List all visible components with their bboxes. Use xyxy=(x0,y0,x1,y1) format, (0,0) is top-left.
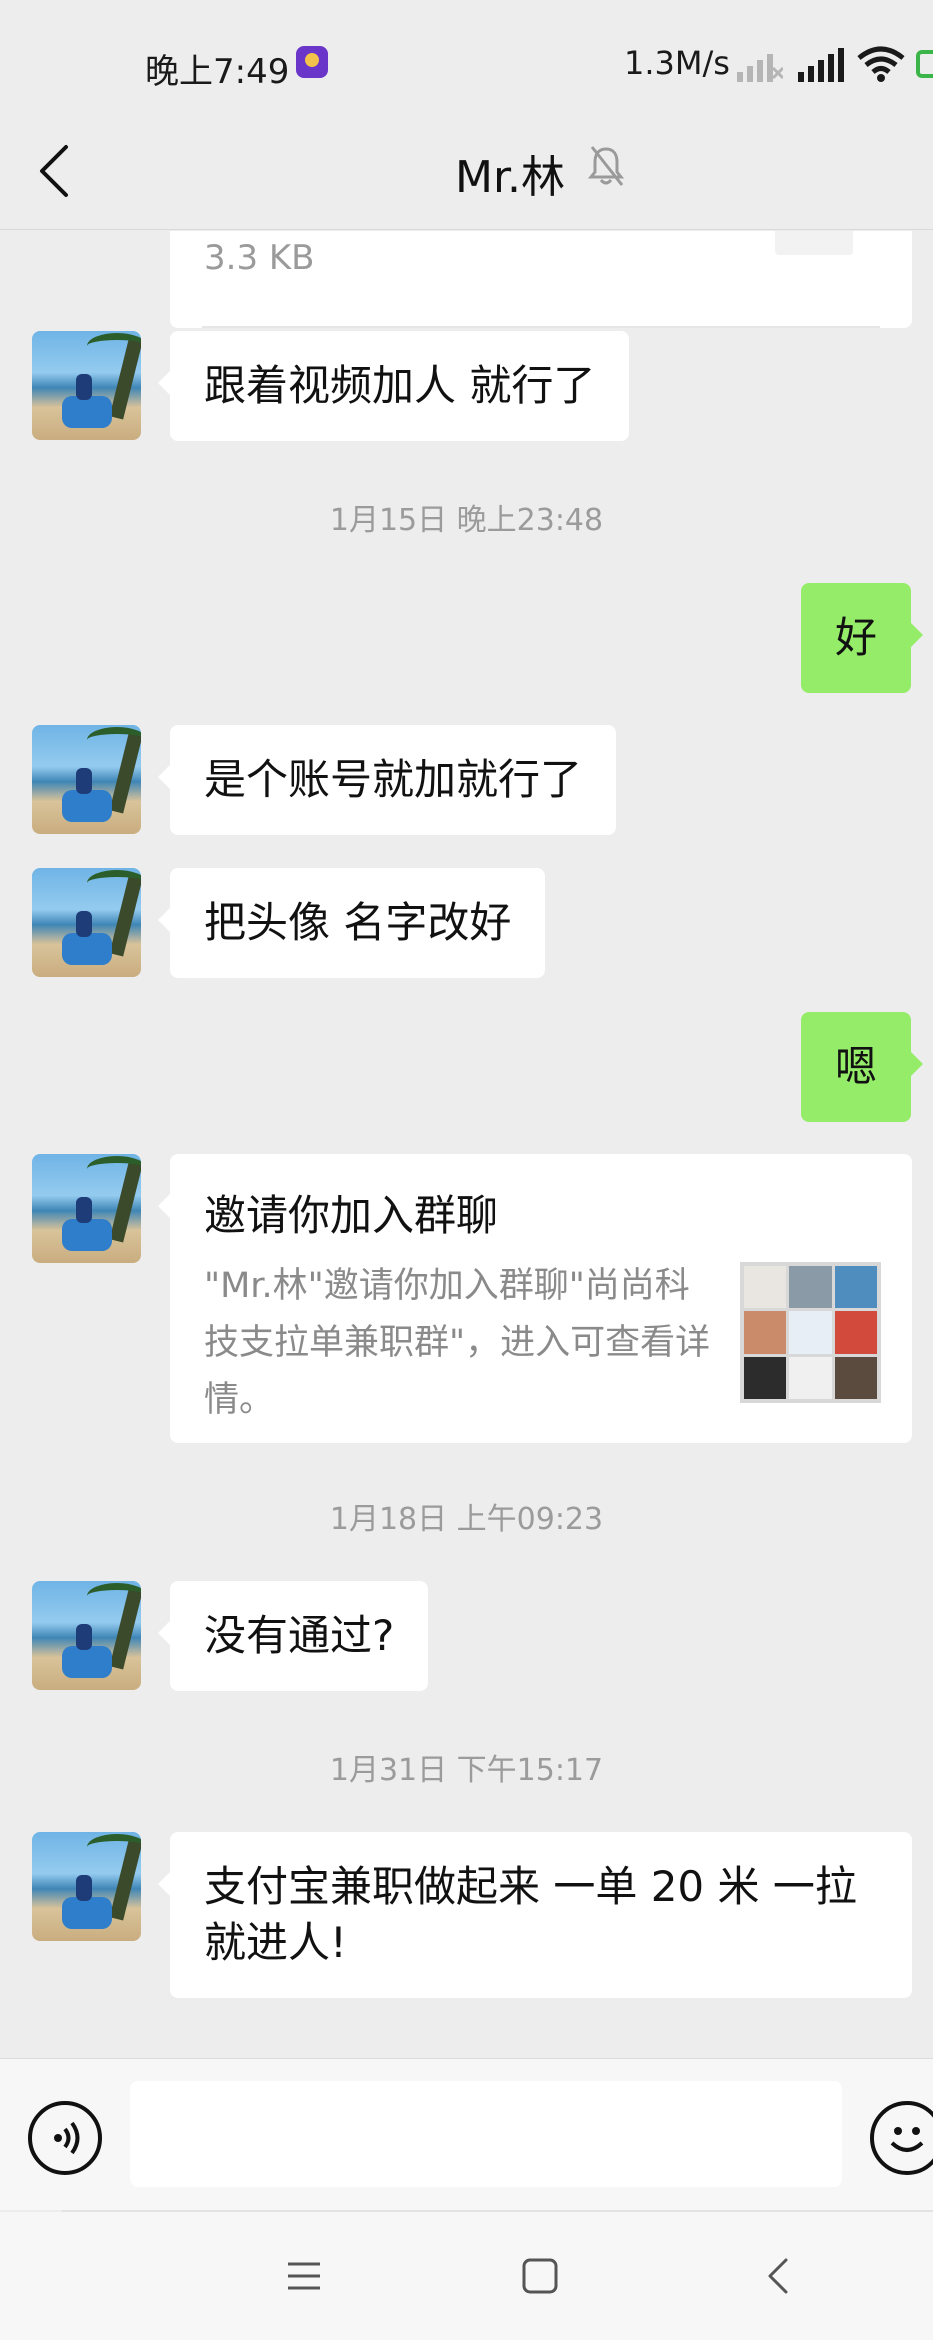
message-text-input[interactable] xyxy=(130,2081,842,2187)
system-navigation-bar xyxy=(0,2212,933,2340)
chat-title: Mr.林 xyxy=(455,152,565,203)
wifi-icon xyxy=(857,46,905,82)
sender-avatar[interactable] xyxy=(32,1832,141,1941)
emoji-icon[interactable] xyxy=(870,2101,933,2175)
app-notification-icon xyxy=(296,46,328,78)
message-bubble-received[interactable]: 是个账号就加就行了 xyxy=(157,725,617,835)
message-list[interactable]: 3.3 KB 跟着视频加人 就行了 1月15日 晚上23:48 好 是个账号就加… xyxy=(0,231,933,2057)
back-icon[interactable] xyxy=(32,139,76,203)
menu-icon[interactable] xyxy=(280,2252,328,2300)
message-timestamp: 1月18日 上午09:23 xyxy=(329,1502,604,1537)
chat-header: Mr.林 xyxy=(0,115,933,230)
file-card-divider xyxy=(202,326,880,328)
message-input-bar xyxy=(0,2058,933,2210)
group-invite-card[interactable]: 邀请你加入群聊 "Mr.林"邀请你加入群聊"尚尚科技支拉单兼职群"，进入可查看详… xyxy=(158,1154,912,1443)
status-time: 晚上7:49 xyxy=(145,52,290,92)
network-speed: 1.3M/s xyxy=(624,44,730,82)
file-icon xyxy=(775,231,853,255)
signal-icon-sim1 xyxy=(737,54,783,82)
sender-avatar[interactable] xyxy=(32,725,141,834)
group-avatar-grid xyxy=(740,1262,881,1403)
system-back-icon[interactable] xyxy=(756,2252,804,2300)
file-size: 3.3 KB xyxy=(204,238,315,278)
sender-avatar[interactable] xyxy=(32,868,141,977)
file-message[interactable]: 3.3 KB xyxy=(170,231,912,328)
signal-icon-sim2 xyxy=(798,48,844,82)
sender-avatar[interactable] xyxy=(32,1154,141,1263)
message-bubble-received[interactable]: 没有通过? xyxy=(157,1581,429,1691)
battery-icon xyxy=(916,50,933,78)
message-bubble-sent[interactable]: 嗯 xyxy=(800,1012,924,1122)
sender-avatar[interactable] xyxy=(32,1581,141,1690)
message-bubble-received[interactable]: 跟着视频加人 就行了 xyxy=(157,331,630,441)
home-square-icon[interactable] xyxy=(516,2252,564,2300)
message-bubble-sent[interactable]: 好 xyxy=(800,583,924,693)
message-bubble-received[interactable]: 支付宝兼职做起来 一单 20 米 一拉就进人! xyxy=(158,1832,912,1998)
invite-description: "Mr.林"邀请你加入群聊"尚尚科技支拉单兼职群"，进入可查看详情。 xyxy=(204,1266,711,1420)
voice-icon[interactable] xyxy=(28,2101,102,2175)
sender-avatar[interactable] xyxy=(32,331,141,440)
message-bubble-received[interactable]: 把头像 名字改好 xyxy=(157,868,546,978)
bell-off-icon xyxy=(588,146,624,186)
message-timestamp: 1月15日 晚上23:48 xyxy=(329,503,604,538)
message-timestamp: 1月31日 下午15:17 xyxy=(329,1753,604,1788)
status-bar: 晚上7:49 1.3M/s xyxy=(0,0,933,130)
invite-title: 邀请你加入群聊 xyxy=(204,1191,499,1240)
